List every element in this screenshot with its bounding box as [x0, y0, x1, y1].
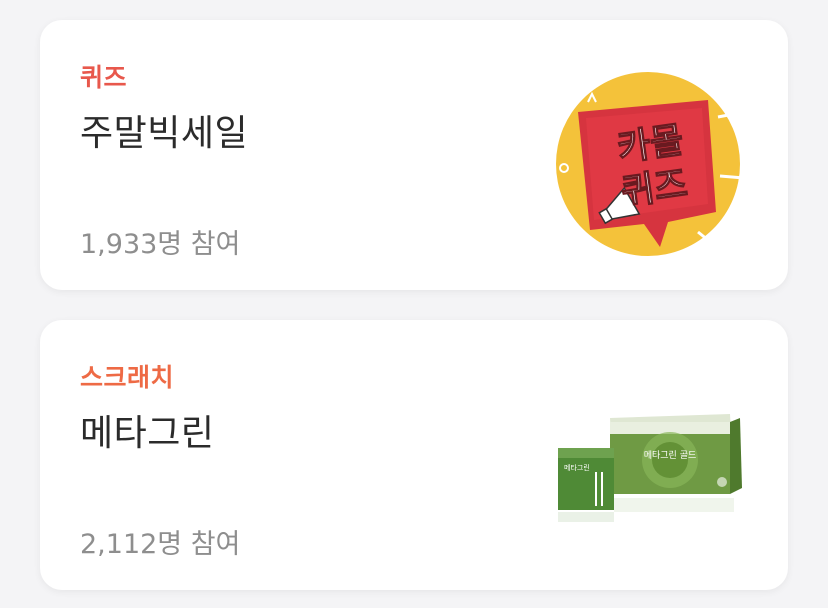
event-card-quiz[interactable]: 퀴즈 주말빅세일 1,933명 참여 카몰 퀴즈	[40, 20, 788, 290]
pouch-label: 메타그린	[564, 463, 590, 472]
category-label: 스크래치	[80, 363, 175, 392]
category-label: 퀴즈	[80, 63, 128, 92]
box-label: 메타그린 골드	[644, 450, 697, 461]
quiz-badge-icon: 카몰 퀴즈	[548, 72, 748, 257]
event-title: 메타그린	[80, 413, 215, 454]
participant-count: 2,112명 참여	[80, 529, 241, 560]
event-title: 주말빅세일	[80, 113, 249, 154]
participant-count: 1,933명 참여	[80, 229, 241, 260]
event-card-scratch[interactable]: 스크래치 메타그린 2,112명 참여 메타그린 골드 메타그린	[40, 320, 788, 590]
product-box-icon: 메타그린 골드 메타그린	[556, 410, 744, 530]
